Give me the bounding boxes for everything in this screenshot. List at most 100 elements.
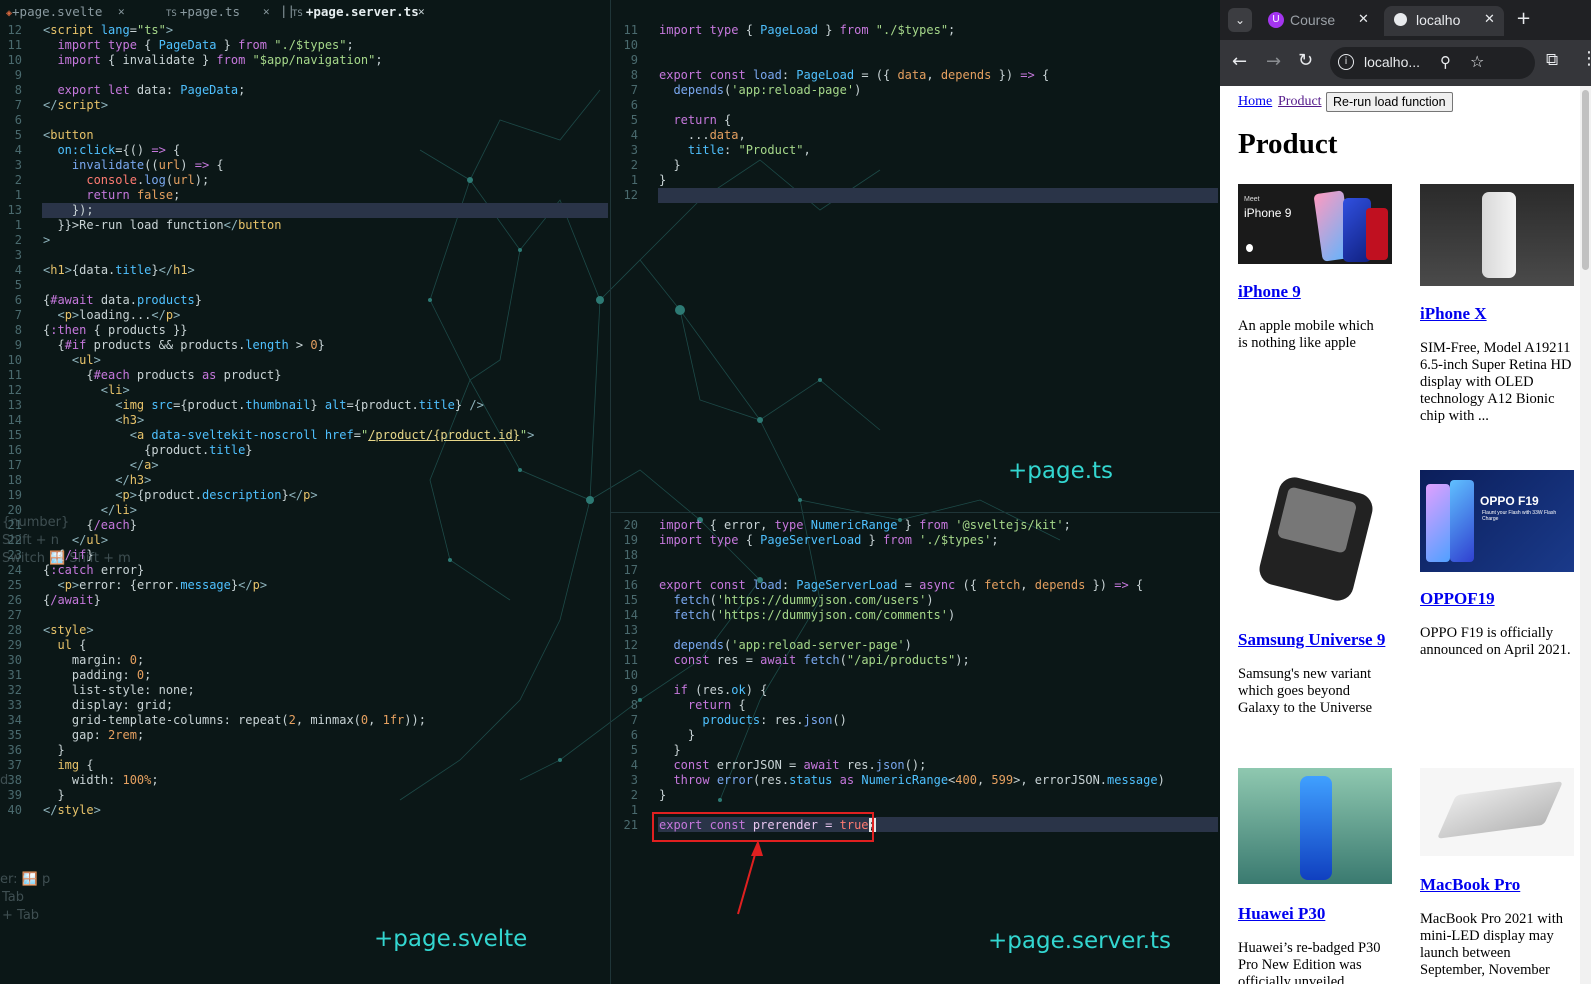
line-number: 4 (14, 263, 22, 277)
line-number: 8 (630, 698, 638, 712)
line-number: 15 (623, 593, 638, 607)
line-number: 3 (14, 248, 22, 262)
phone-graphic (1300, 776, 1332, 880)
menu-icon[interactable]: ⋮ (1580, 48, 1591, 69)
line-number: 17 (7, 458, 22, 472)
pane-divider[interactable] (611, 512, 1220, 513)
line-number: 34 (7, 713, 22, 727)
line-number: 21 (623, 818, 638, 832)
line-number: 23 (7, 548, 22, 562)
browser-tab-localhost[interactable]: localho ✕ (1384, 6, 1504, 36)
line-number: 8 (14, 83, 22, 97)
line-number: 1 (630, 803, 638, 817)
line-number: 16 (7, 443, 22, 457)
address-bar[interactable]: i localho... ⚲ ☆ (1330, 47, 1535, 79)
back-arrow-icon[interactable]: ← (1232, 51, 1247, 72)
page-title: Product (1238, 128, 1338, 160)
close-icon[interactable]: ✕ (418, 5, 425, 18)
line-number: 5 (630, 113, 638, 127)
line-number: 13 (623, 623, 638, 637)
line-number: 4 (14, 143, 22, 157)
browser-toolbar: ← → ↻ i localho... ⚲ ☆ ⧉ ⋮ (1220, 40, 1591, 86)
line-number: 18 (623, 548, 638, 562)
pane-label-page-ts: +page.ts (1008, 458, 1114, 484)
pane-divider[interactable] (610, 0, 611, 984)
extensions-icon[interactable]: ⧉ (1546, 50, 1558, 70)
page-scrollbar[interactable] (1580, 86, 1591, 984)
code-page-ts[interactable]: import type { PageLoad } from "./$types"… (659, 23, 1049, 188)
star-icon[interactable]: ☆ (1470, 52, 1484, 71)
line-number: 5 (14, 278, 22, 292)
product-title-link[interactable]: iPhone 9 (1238, 282, 1301, 302)
line-number: 5 (14, 128, 22, 142)
line-number: 11 (623, 23, 638, 37)
line-number: 9 (630, 683, 638, 697)
line-number: 13 (7, 203, 22, 217)
line-number: 3 (14, 158, 22, 172)
line-number: 10 (7, 53, 22, 67)
line-number: 12 (7, 383, 22, 397)
product-title-link[interactable]: Samsung Universe 9 (1238, 630, 1385, 650)
new-tab-icon[interactable]: + (1516, 8, 1531, 29)
product-title-link[interactable]: OPPOF19 (1420, 589, 1495, 609)
line-number: 2 (630, 788, 638, 802)
tab-page-ts[interactable]: TS +page.ts (166, 4, 240, 19)
typescript-icon: TS (166, 9, 177, 19)
product-description: MacBook Pro 2021 with mini-LED display m… (1420, 911, 1563, 978)
product-image-macbook-pro (1420, 768, 1574, 856)
chevron-down-icon: ⌄ (1234, 13, 1246, 27)
tab-page-svelte[interactable]: ◈+page.svelte (6, 4, 102, 19)
info-icon[interactable]: i (1338, 54, 1354, 70)
phone-graphic (1426, 484, 1450, 562)
line-number: 14 (7, 413, 22, 427)
product-title-link[interactable]: iPhone X (1420, 304, 1487, 324)
close-icon[interactable]: ✕ (263, 5, 270, 18)
line-number: 10 (623, 38, 638, 52)
code-page-svelte[interactable]: <script lang="ts"> import type { PageDat… (43, 23, 534, 818)
line-number: 9 (630, 53, 638, 67)
close-icon[interactable]: ✕ (1484, 11, 1495, 27)
phone-graphic (1366, 208, 1388, 260)
tab-page-server-ts[interactable]: TS +page.server.ts (292, 4, 419, 19)
reload-icon[interactable]: ↻ (1298, 50, 1313, 71)
line-number: 16 (623, 578, 638, 592)
code-page-server-ts[interactable]: import { error, type NumericRange } from… (659, 518, 1165, 818)
line-number: 28 (7, 623, 22, 637)
close-icon[interactable]: ✕ (118, 5, 125, 18)
line-number: 5 (630, 743, 638, 757)
nav-link-product[interactable]: Product (1278, 94, 1322, 110)
product-title-link[interactable]: MacBook Pro (1420, 875, 1520, 895)
product-title-link[interactable]: Huawei P30 (1238, 904, 1325, 924)
globe-icon (1394, 13, 1407, 26)
browser-tab-course[interactable]: U Course ✕ (1260, 6, 1380, 36)
close-icon[interactable]: ✕ (1358, 11, 1369, 27)
line-number: 11 (7, 38, 22, 52)
forward-arrow-icon[interactable]: → (1266, 51, 1281, 72)
scrollbar-thumb[interactable] (1582, 90, 1589, 270)
line-number: 37 (7, 758, 22, 772)
product-description: OPPO F19 is officially announced on Apri… (1420, 625, 1571, 658)
line-number: 22 (7, 533, 22, 547)
line-number: 10 (623, 668, 638, 682)
line-number: 31 (7, 668, 22, 682)
editor-tab-bar: ◈+page.svelte ✕ TS +page.ts ✕ || TS +page.… (0, 0, 610, 22)
hint-text: + Tab (2, 908, 40, 923)
rerun-load-button[interactable]: Re-run load function (1326, 92, 1453, 112)
line-number: 25 (7, 578, 22, 592)
product-image-samsung-universe-9 (1238, 470, 1392, 606)
phone-graphic (1482, 192, 1516, 278)
line-number: 33 (7, 698, 22, 712)
browser-tab-strip: ⌄ U Course ✕ localho ✕ + (1220, 0, 1591, 40)
udemy-icon: U (1268, 12, 1284, 28)
line-number: 3 (630, 143, 638, 157)
line-number: 20 (623, 518, 638, 532)
tab-search-button[interactable]: ⌄ (1228, 8, 1252, 32)
line-number: 8 (14, 323, 22, 337)
nav-link-home[interactable]: Home (1238, 94, 1272, 110)
product-description: Huawei’s re-badged P30 Pro New Edition w… (1238, 940, 1381, 984)
zoom-icon[interactable]: ⚲ (1440, 53, 1451, 71)
line-number: 2 (630, 158, 638, 172)
line-number: 11 (623, 653, 638, 667)
line-numbers: 11 10 9 8 7 6 5 4 3 2 1 12 (616, 23, 638, 203)
line-number: 24 (7, 563, 22, 577)
